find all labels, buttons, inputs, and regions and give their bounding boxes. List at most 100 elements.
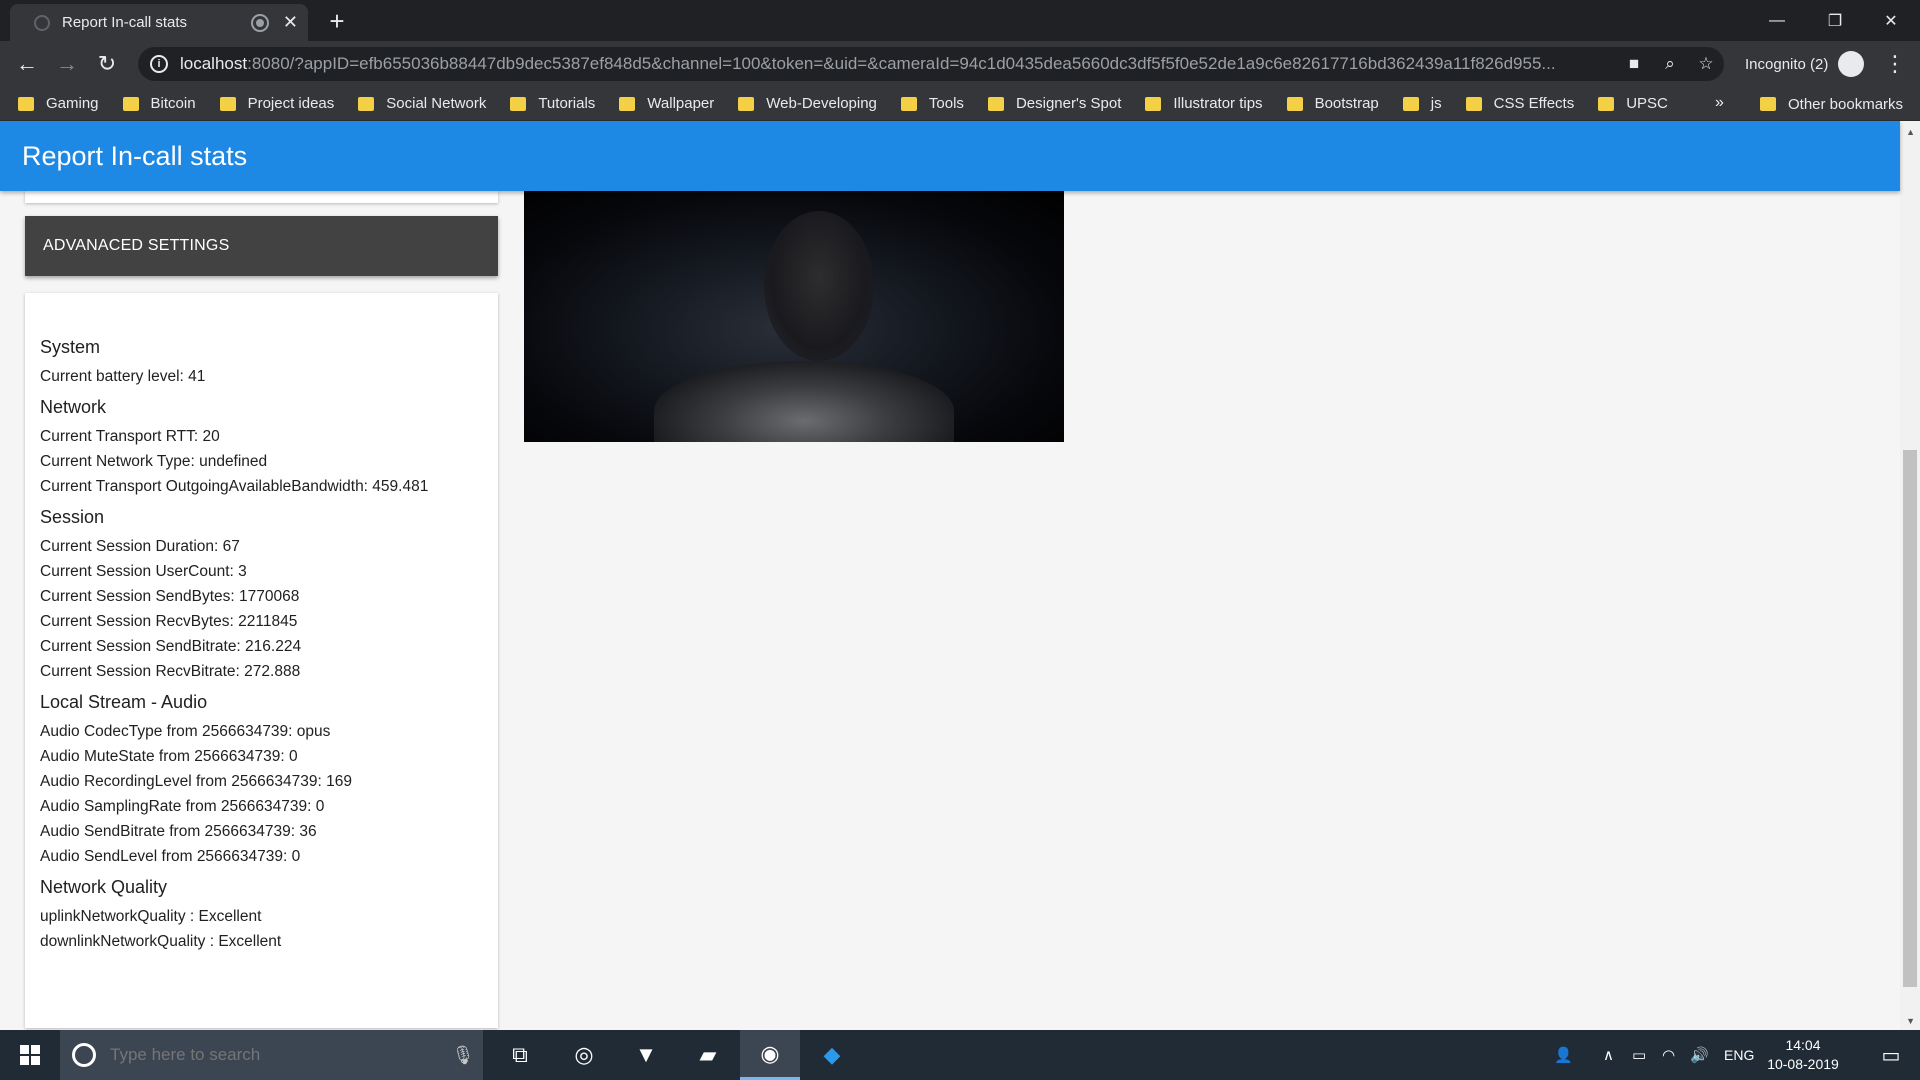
folder-icon bbox=[619, 96, 636, 111]
stat-line: uplinkNetworkQuality : Excellent bbox=[40, 908, 262, 925]
folder-icon bbox=[122, 96, 139, 111]
start-button[interactable] bbox=[0, 1030, 60, 1080]
folder-icon bbox=[358, 96, 375, 111]
stat-line: Current Transport RTT: 20 bbox=[40, 428, 220, 445]
site-info-icon[interactable]: i bbox=[150, 55, 168, 73]
folder-icon bbox=[510, 96, 527, 111]
incognito-icon bbox=[1838, 51, 1865, 77]
page-title: Report In-call stats bbox=[22, 141, 248, 171]
folder-icon bbox=[1402, 96, 1419, 111]
wifi-icon[interactable]: ◠ bbox=[1662, 1030, 1675, 1080]
new-tab-button[interactable]: + bbox=[322, 6, 352, 36]
video-subject-body bbox=[654, 361, 954, 442]
bookmark-folder[interactable]: Bootstrap bbox=[1286, 95, 1379, 112]
folder-icon bbox=[1465, 96, 1482, 111]
windows-logo-icon bbox=[20, 1045, 40, 1065]
incognito-label: Incognito (2) bbox=[1745, 55, 1829, 73]
taskbar-search-box[interactable]: 🎙 bbox=[60, 1030, 483, 1080]
url-path: :8080/?appID=efb655036b88447db9dec5387ef… bbox=[247, 54, 1556, 73]
bookmarks-overflow-button[interactable]: » bbox=[1715, 94, 1724, 112]
other-bookmarks-folder[interactable]: Other bookmarks bbox=[1760, 87, 1903, 121]
loading-favicon-icon bbox=[34, 14, 50, 31]
stat-line: Current Session SendBytes: 1770068 bbox=[40, 588, 300, 605]
folder-icon bbox=[18, 96, 34, 111]
page-scrollbar[interactable]: ▲ ▼ bbox=[1900, 121, 1920, 1030]
stat-line: Current Session UserCount: 3 bbox=[40, 563, 247, 580]
folder-icon bbox=[219, 96, 236, 111]
clock-time: 14:04 bbox=[1785, 1037, 1821, 1053]
url-text[interactable]: localhost:8080/?appID=efb655036b88447db9… bbox=[180, 54, 1616, 74]
app-header: Report In-call stats bbox=[0, 121, 1900, 191]
zoom-icon[interactable]: ⌕ bbox=[1652, 54, 1688, 74]
chrome-taskbar-icon[interactable]: ◉ bbox=[740, 1030, 800, 1080]
bookmark-folder[interactable]: Tools bbox=[900, 95, 964, 112]
stats-panel: System Current battery level: 41 Network… bbox=[25, 293, 498, 1028]
taskbar-clock[interactable]: 14:04 10-08-2019 bbox=[1760, 1036, 1846, 1074]
folder-icon bbox=[1598, 96, 1615, 111]
bookmark-folder[interactable]: UPSC bbox=[1598, 95, 1668, 112]
scroll-down-arrow-icon[interactable]: ▼ bbox=[1906, 1016, 1915, 1026]
page-viewport: Report In-call stats ADVANACED SETTINGS … bbox=[0, 121, 1920, 1030]
advanced-settings-button[interactable]: ADVANACED SETTINGS bbox=[25, 216, 498, 276]
predator-sense-icon[interactable]: ▼ bbox=[616, 1030, 676, 1080]
bookmark-folder[interactable]: Social Network bbox=[358, 95, 486, 112]
settings-card bbox=[25, 191, 498, 203]
bookmark-folder[interactable]: Wallpaper bbox=[619, 95, 714, 112]
bookmark-folder[interactable]: Bitcoin bbox=[122, 95, 196, 112]
bookmarks-bar: Gaming Bitcoin Project ideas Social Netw… bbox=[0, 87, 1920, 121]
back-button[interactable]: ← bbox=[12, 49, 42, 79]
windows-taskbar: 🎙 ⧉ ◎ ▼ ▰ ◉ ◆ 👤 ∧ ▭ ◠ 🔊 ENG 14:04 10-08-… bbox=[0, 1030, 1920, 1080]
folder-icon bbox=[1760, 97, 1776, 111]
incognito-profile-button[interactable]: Incognito (2) bbox=[1745, 49, 1865, 79]
camera-in-use-icon[interactable]: ■ bbox=[1616, 54, 1652, 74]
browser-tab-active[interactable]: Report In-call stats ✕ bbox=[10, 4, 308, 41]
folder-icon bbox=[987, 96, 1004, 111]
stat-line: Audio CodecType from 2566634739: opus bbox=[40, 723, 331, 740]
battery-icon[interactable]: ▭ bbox=[1632, 1030, 1646, 1080]
tab-close-icon[interactable]: ✕ bbox=[283, 12, 298, 33]
address-bar[interactable]: i localhost:8080/?appID=efb655036b88447d… bbox=[138, 47, 1724, 81]
taskbar-search-input[interactable] bbox=[110, 1045, 443, 1065]
window-close-button[interactable]: ✕ bbox=[1862, 0, 1920, 41]
task-view-icon[interactable]: ⧉ bbox=[490, 1030, 550, 1080]
bookmark-star-icon[interactable]: ☆ bbox=[1688, 54, 1724, 74]
microphone-icon[interactable]: 🎙 bbox=[443, 1045, 483, 1066]
tab-title: Report In-call stats bbox=[62, 14, 188, 31]
bookmark-folder[interactable]: Designer's Spot bbox=[987, 95, 1121, 112]
desktop-app-icon[interactable]: ▰ bbox=[678, 1030, 738, 1080]
bookmark-folder[interactable]: js bbox=[1402, 95, 1442, 112]
browser-tabstrip: Report In-call stats ✕ + ― ❐ ✕ bbox=[0, 0, 1920, 41]
bookmark-folder[interactable]: Gaming bbox=[18, 95, 99, 112]
stat-line: Current Session RecvBitrate: 272.888 bbox=[40, 663, 301, 680]
bookmark-folder[interactable]: Web-Developing bbox=[738, 95, 877, 112]
folder-icon bbox=[1145, 96, 1162, 111]
bookmark-folder[interactable]: CSS Effects bbox=[1465, 95, 1574, 112]
stat-line: Audio MuteState from 2566634739: 0 bbox=[40, 748, 298, 765]
vscode-taskbar-icon[interactable]: ◆ bbox=[802, 1030, 862, 1080]
volume-icon[interactable]: 🔊 bbox=[1690, 1030, 1709, 1080]
recording-indicator-icon bbox=[252, 15, 267, 30]
session-heading: Session bbox=[40, 507, 105, 527]
bookmark-folder[interactable]: Tutorials bbox=[510, 95, 595, 112]
url-host: localhost bbox=[180, 54, 248, 73]
people-icon[interactable]: 👤 bbox=[1554, 1030, 1573, 1080]
reload-button[interactable]: ↻ bbox=[92, 49, 122, 79]
cortana-icon bbox=[72, 1043, 96, 1067]
stat-line: Audio RecordingLevel from 2566634739: 16… bbox=[40, 773, 352, 790]
restore-button[interactable]: ❐ bbox=[1806, 0, 1864, 41]
stat-line: Current Transport OutgoingAvailableBandw… bbox=[40, 478, 429, 495]
groove-music-icon[interactable]: ◎ bbox=[554, 1030, 614, 1080]
scrollbar-thumb[interactable] bbox=[1903, 450, 1917, 987]
folder-icon bbox=[738, 96, 755, 111]
minimize-button[interactable]: ― bbox=[1748, 0, 1806, 41]
bookmark-folder[interactable]: Illustrator tips bbox=[1145, 95, 1263, 112]
browser-menu-icon[interactable]: ⋮ bbox=[1880, 49, 1910, 79]
forward-button[interactable]: → bbox=[52, 49, 82, 79]
stat-line: Audio SendBitrate from 2566634739: 36 bbox=[40, 823, 317, 840]
scroll-up-arrow-icon[interactable]: ▲ bbox=[1906, 127, 1915, 137]
action-center-icon[interactable]: ▭ bbox=[1862, 1030, 1920, 1080]
bookmark-folder[interactable]: Project ideas bbox=[219, 95, 334, 112]
show-hidden-icons-chevron-icon[interactable]: ∧ bbox=[1603, 1030, 1614, 1080]
input-language[interactable]: ENG bbox=[1724, 1030, 1754, 1080]
stat-line: Audio SendLevel from 2566634739: 0 bbox=[40, 848, 301, 865]
